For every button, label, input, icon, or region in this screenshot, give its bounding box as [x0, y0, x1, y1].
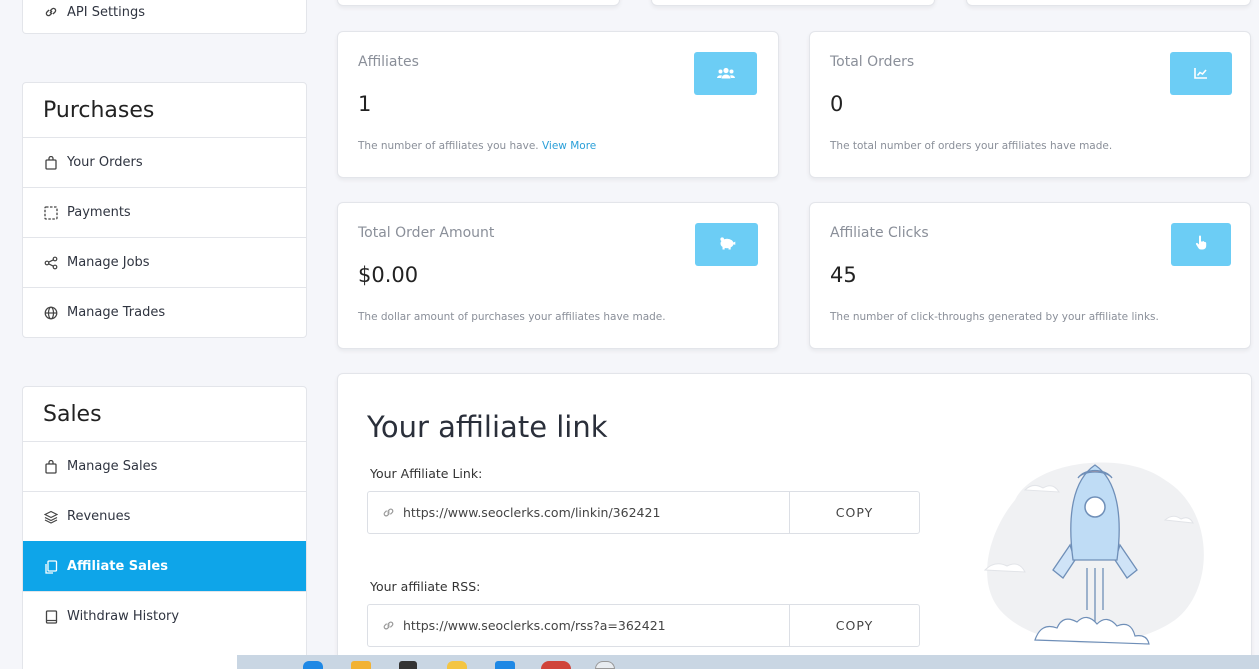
- users-icon: [716, 64, 735, 83]
- card-value: 45: [830, 263, 857, 287]
- card-label: Total Orders: [830, 54, 915, 70]
- total-order-amount-button[interactable]: [695, 223, 758, 266]
- account-menu-panel: API Settings: [22, 0, 307, 34]
- browser-icon[interactable]: [541, 661, 571, 669]
- book-icon: [43, 609, 59, 625]
- total-orders-card: Total Orders 0 The total number of order…: [809, 31, 1251, 178]
- folder-icon[interactable]: [351, 661, 371, 669]
- rocket-illustration: [983, 462, 1204, 645]
- card-label: Affiliate Clicks: [830, 225, 929, 241]
- sidebar-item-payments[interactable]: Payments: [23, 187, 306, 237]
- link-icon: [383, 621, 394, 630]
- affiliates-button[interactable]: [694, 52, 757, 95]
- hand-pointer-icon: [1195, 235, 1207, 254]
- app-icon[interactable]: [447, 661, 467, 669]
- card-value: 0: [830, 92, 844, 116]
- card-value: $0.00: [358, 263, 419, 287]
- affiliate-rss-field: https://www.seoclerks.com/rss?a=362421 C…: [367, 604, 920, 647]
- affiliate-clicks-card: Affiliate Clicks 45 The number of click-…: [809, 202, 1251, 349]
- sidebar-item-label: Affiliate Sales: [67, 559, 168, 574]
- sidebar-item-manage-sales[interactable]: Manage Sales: [23, 441, 306, 491]
- card-description: The total number of orders your affiliat…: [830, 140, 1113, 152]
- sidebar-item-label: Payments: [67, 205, 131, 220]
- link-icon: [43, 4, 59, 20]
- sales-panel: Sales Manage Sales Revenues Affiliate Sa…: [22, 386, 307, 669]
- share-icon: [43, 255, 59, 271]
- total-orders-button[interactable]: [1170, 52, 1232, 95]
- affiliate-link-input[interactable]: https://www.seoclerks.com/linkin/362421: [368, 492, 789, 533]
- sidebar-item-manage-jobs[interactable]: Manage Jobs: [23, 237, 306, 287]
- sidebar-item-label: Manage Trades: [67, 305, 166, 320]
- copy-rss-button[interactable]: COPY: [789, 605, 919, 646]
- app-icon[interactable]: [303, 661, 323, 669]
- copy-link-button[interactable]: COPY: [789, 492, 919, 533]
- partial-card: [651, 0, 935, 6]
- sidebar-item-label: Manage Sales: [67, 459, 158, 474]
- sidebar-item-label: Your Orders: [67, 155, 143, 170]
- bag-icon: [43, 459, 59, 475]
- sidebar-item-manage-trades[interactable]: Manage Trades: [23, 287, 306, 337]
- app-icon[interactable]: [495, 661, 515, 669]
- clock-icon[interactable]: [595, 661, 615, 669]
- card-label: Affiliates: [358, 54, 419, 70]
- card-label: Total Order Amount: [358, 225, 495, 241]
- globe-icon: [43, 305, 59, 321]
- bag-icon: [43, 155, 59, 171]
- chart-icon: [1194, 64, 1208, 83]
- affiliate-heading: Your affiliate link: [367, 410, 608, 444]
- sidebar-item-withdraw-history[interactable]: Withdraw History: [23, 591, 306, 641]
- affiliate-link-field: https://www.seoclerks.com/linkin/362421 …: [367, 491, 920, 534]
- sales-title: Sales: [43, 401, 102, 427]
- card-value: 1: [358, 92, 372, 116]
- affiliate-link-value: https://www.seoclerks.com/linkin/362421: [403, 505, 661, 520]
- link-icon: [383, 508, 394, 517]
- card-description: The number of affiliates you have. View …: [358, 140, 597, 152]
- dashed-square-icon: [43, 205, 59, 221]
- os-taskbar: [237, 655, 1259, 669]
- affiliate-rss-input[interactable]: https://www.seoclerks.com/rss?a=362421: [368, 605, 789, 646]
- sidebar-item-api-settings[interactable]: API Settings: [23, 0, 306, 32]
- purchases-title: Purchases: [43, 97, 155, 123]
- card-description: The number of click-throughs generated b…: [830, 311, 1159, 323]
- affiliate-link-label: Your Affiliate Link:: [370, 466, 483, 481]
- affiliate-rss-label: Your affiliate RSS:: [370, 579, 481, 594]
- affiliate-rss-value: https://www.seoclerks.com/rss?a=362421: [403, 618, 666, 633]
- sidebar-item-your-orders[interactable]: Your Orders: [23, 137, 306, 187]
- affiliates-card: Affiliates 1 The number of affiliates yo…: [337, 31, 779, 178]
- sidebar-item-label: Withdraw History: [67, 609, 180, 624]
- total-order-amount-card: Total Order Amount $0.00 The dollar amou…: [337, 202, 779, 349]
- view-more-link[interactable]: View More: [542, 140, 596, 152]
- partial-card: [337, 0, 620, 6]
- sidebar-item-affiliate-sales[interactable]: Affiliate Sales: [23, 541, 306, 591]
- copy-icon: [43, 559, 59, 575]
- sidebar-item-revenues[interactable]: Revenues: [23, 491, 306, 541]
- partial-card: [966, 0, 1251, 6]
- store-icon[interactable]: [399, 661, 417, 669]
- card-description: The dollar amount of purchases your affi…: [358, 311, 666, 323]
- sidebar-item-label: Revenues: [67, 509, 131, 524]
- piggy-bank-icon: [718, 235, 736, 254]
- sidebar-item-label: Manage Jobs: [67, 255, 150, 270]
- layers-icon: [43, 509, 59, 525]
- purchases-panel: Purchases Your Orders Payments Manage Jo…: [22, 82, 307, 338]
- affiliate-clicks-button[interactable]: [1171, 223, 1231, 266]
- sidebar-item-label: API Settings: [67, 4, 146, 20]
